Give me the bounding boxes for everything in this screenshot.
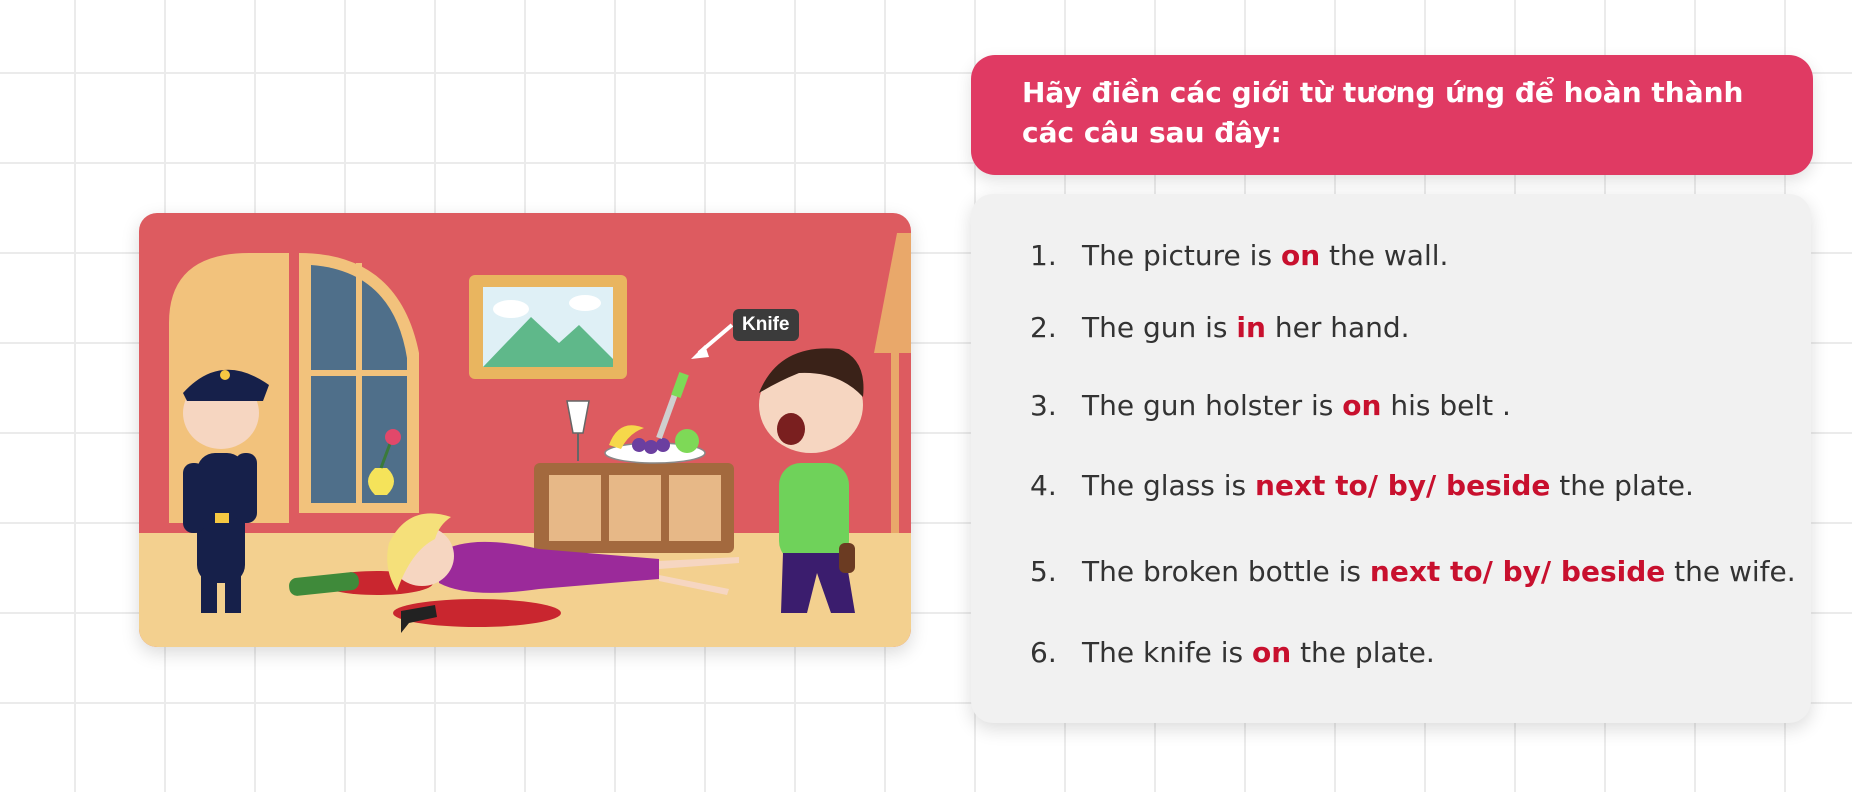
- instruction-banner: Hãy điền các giới từ tương ứng để hoàn t…: [971, 55, 1813, 175]
- exercise-item-1: 1. The picture is on the wall.: [1030, 238, 1448, 274]
- exercise-list: 1. The picture is on the wall. 2. The gun …: [971, 194, 1811, 723]
- exercise-text-after: the wall.: [1329, 239, 1449, 272]
- exercise-text-before: The knife is: [1082, 636, 1244, 669]
- crime-scene-illustration: Knife: [139, 213, 911, 647]
- exercise-item-6: 6. The knife is on the plate.: [1030, 635, 1435, 671]
- exercise-number: 6.: [1030, 636, 1057, 669]
- exercise-item-4: 4. The glass is next to/ by/ beside the p…: [1030, 468, 1694, 504]
- exercise-number: 1.: [1030, 239, 1057, 272]
- exercise-number: 2.: [1030, 311, 1057, 344]
- exercise-text-after: the wife.: [1674, 555, 1796, 588]
- exercise-answer: on: [1280, 239, 1321, 272]
- knife-label: Knife: [733, 309, 799, 341]
- exercise-answer: on: [1251, 636, 1292, 669]
- exercise-text-before: The gun is: [1082, 311, 1228, 344]
- exercise-number: 4.: [1030, 469, 1057, 502]
- exercise-text-after: her hand.: [1274, 311, 1410, 344]
- exercise-item-5: 5. The broken bottle is next to/ by/ besi…: [1030, 554, 1796, 590]
- exercise-text-before: The gun holster is: [1082, 389, 1334, 422]
- exercise-text-before: The glass is: [1082, 469, 1247, 502]
- exercise-item-3: 3. The gun holster is on his belt .: [1030, 388, 1511, 424]
- instruction-title: Hãy điền các giới từ tương ứng để hoàn t…: [1022, 76, 1744, 149]
- exercise-item-2: 2. The gun is in her hand.: [1030, 310, 1410, 346]
- exercise-answer: next to/ by/ beside: [1255, 469, 1551, 502]
- exercise-answer: on: [1342, 389, 1382, 422]
- exercise-text-after: the plate.: [1300, 636, 1435, 669]
- exercise-number: 3.: [1030, 389, 1057, 422]
- exercise-answer: next to/ by/ beside: [1369, 555, 1666, 588]
- exercise-answer: in: [1236, 311, 1266, 344]
- exercise-text-after: the plate.: [1559, 469, 1694, 502]
- exercise-text-before: The picture is: [1082, 239, 1273, 272]
- exercise-text-after: his belt .: [1390, 389, 1511, 422]
- exercise-text-before: The broken bottle is: [1082, 555, 1362, 588]
- crime-scene-picture: [139, 213, 911, 647]
- exercise-number: 5.: [1030, 555, 1057, 588]
